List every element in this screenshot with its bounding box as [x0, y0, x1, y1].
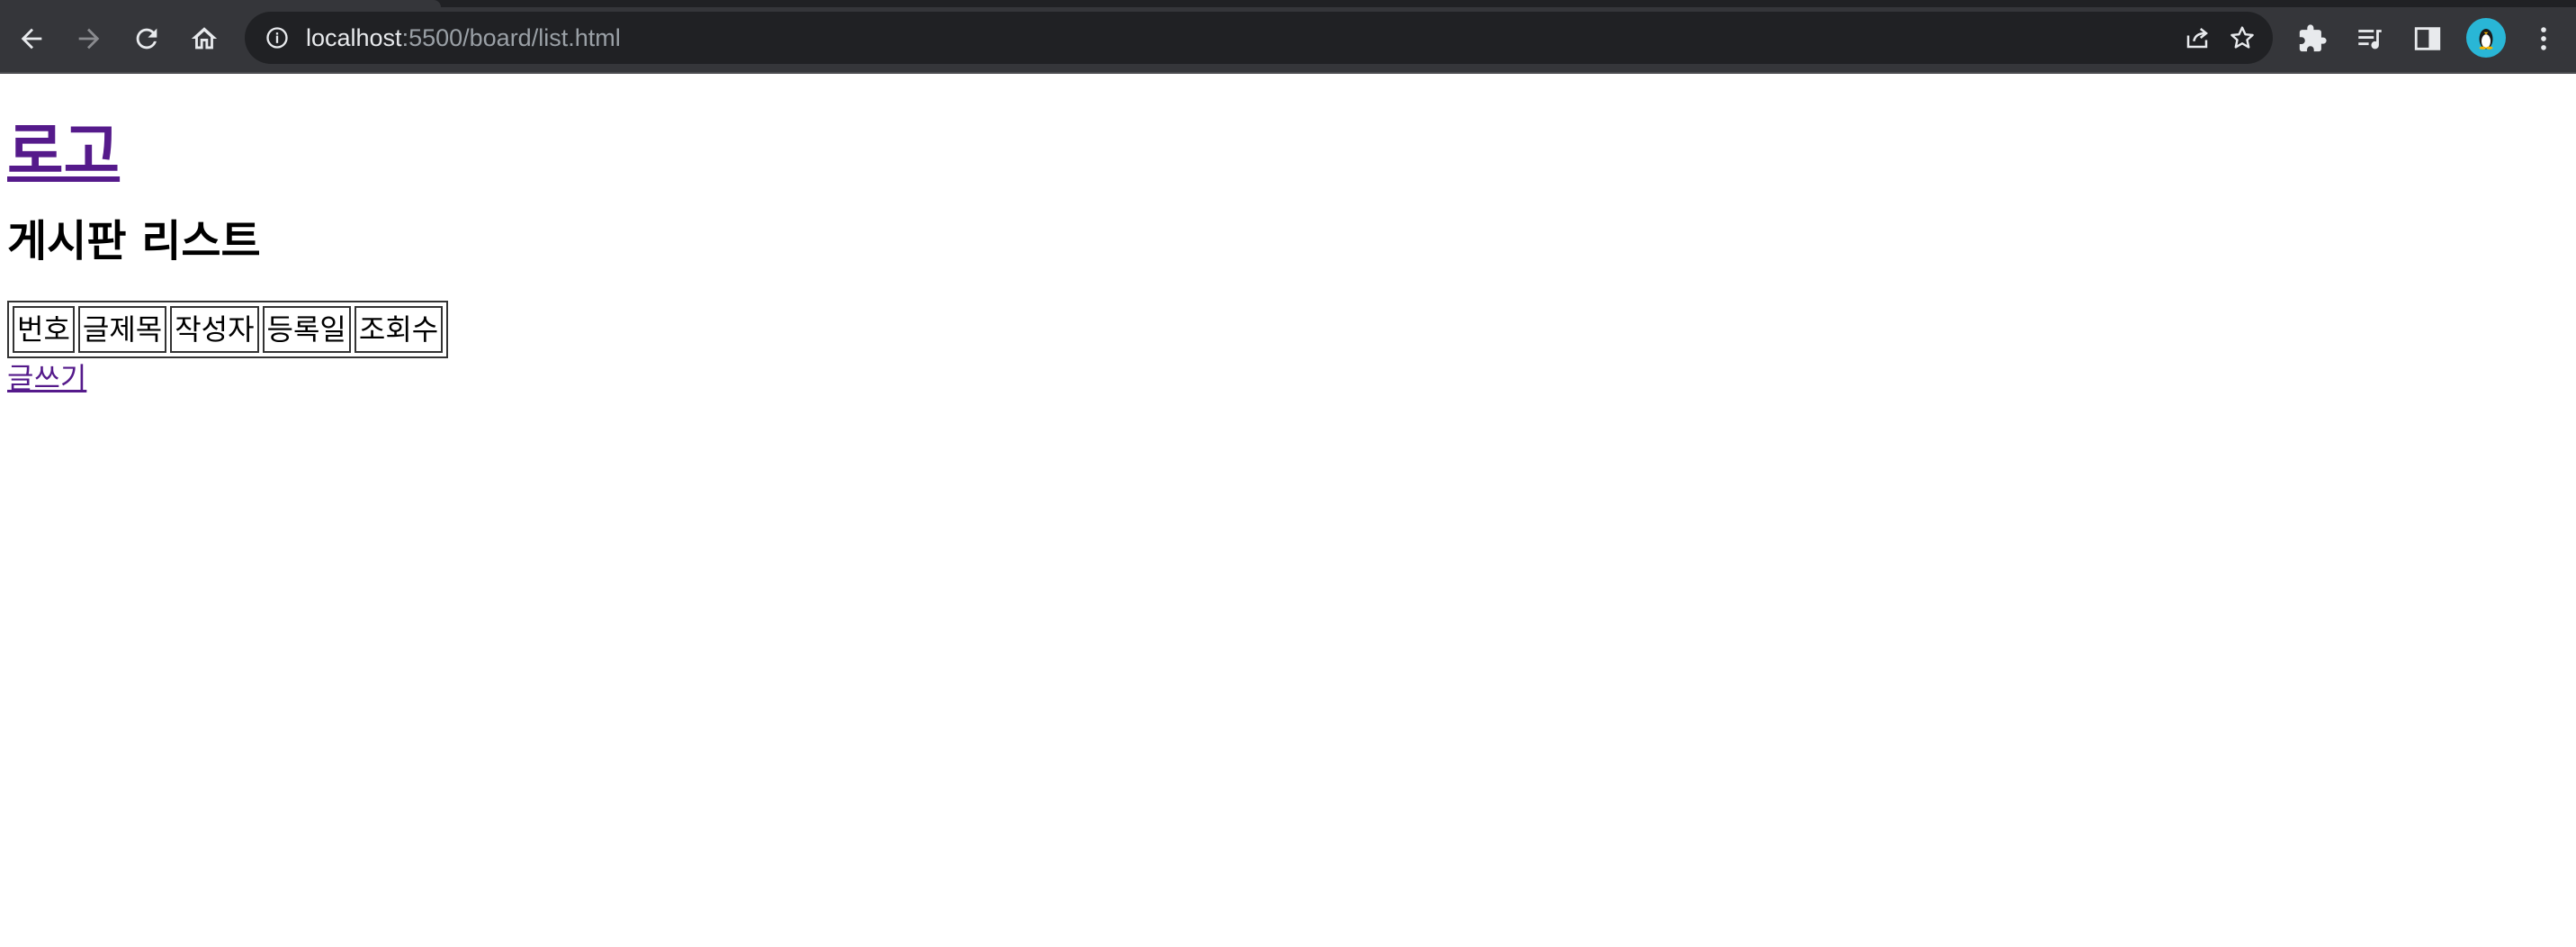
logo-heading: 로고 — [7, 117, 448, 189]
share-icon[interactable] — [2181, 22, 2213, 54]
column-header-title: 글제목 — [77, 306, 167, 353]
url-text: localhost:5500/board/list.html — [306, 23, 621, 52]
arrow-left-icon — [21, 28, 42, 50]
forward-button[interactable] — [67, 16, 112, 61]
home-icon — [191, 27, 218, 50]
browser-toolbar: localhost:5500/board/list.html — [0, 0, 2576, 74]
board-table: 번호 글제목 작성자 등록일 조회수 — [7, 301, 449, 358]
playlist-music-icon — [2358, 30, 2382, 50]
puzzle-icon — [2299, 24, 2327, 52]
menu-button[interactable] — [2521, 16, 2566, 61]
tab-strip — [0, 0, 2576, 7]
arrow-right-icon — [78, 28, 100, 50]
column-header-views: 조회수 — [354, 306, 444, 353]
column-header-author: 작성자 — [170, 306, 259, 353]
reload-button[interactable] — [124, 16, 169, 61]
address-bar[interactable]: localhost:5500/board/list.html — [245, 12, 2273, 64]
logo-link[interactable]: 로고 — [7, 117, 120, 188]
side-panel-button[interactable] — [2405, 16, 2450, 61]
url-path: :5500/board/list.html — [401, 24, 621, 51]
column-header-number: 번호 — [13, 306, 75, 353]
column-header-date: 등록일 — [262, 306, 351, 353]
write-post-link[interactable]: 글쓰기 — [7, 358, 86, 398]
profile-avatar[interactable] — [2466, 18, 2506, 58]
url-host: localhost — [306, 24, 402, 51]
side-panel-icon — [2414, 27, 2441, 50]
home-button[interactable] — [182, 16, 227, 61]
extensions-button[interactable] — [2290, 16, 2335, 61]
table-header-row: 번호 글제목 작성자 등록일 조회수 — [13, 306, 444, 353]
kebab-menu-icon — [2541, 27, 2546, 50]
active-tab[interactable] — [0, 0, 441, 7]
media-button[interactable] — [2347, 16, 2392, 61]
back-button[interactable] — [9, 16, 54, 61]
page-title: 게시판 리스트 — [7, 216, 261, 266]
reload-icon — [136, 28, 157, 50]
info-icon[interactable] — [263, 23, 292, 52]
bookmark-star-icon[interactable] — [2226, 22, 2258, 54]
page-content: 로고 게시판 리스트 번호 글제목 작성자 등록일 조회수 글쓰기 — [7, 74, 449, 398]
penguin-icon — [2479, 29, 2493, 50]
